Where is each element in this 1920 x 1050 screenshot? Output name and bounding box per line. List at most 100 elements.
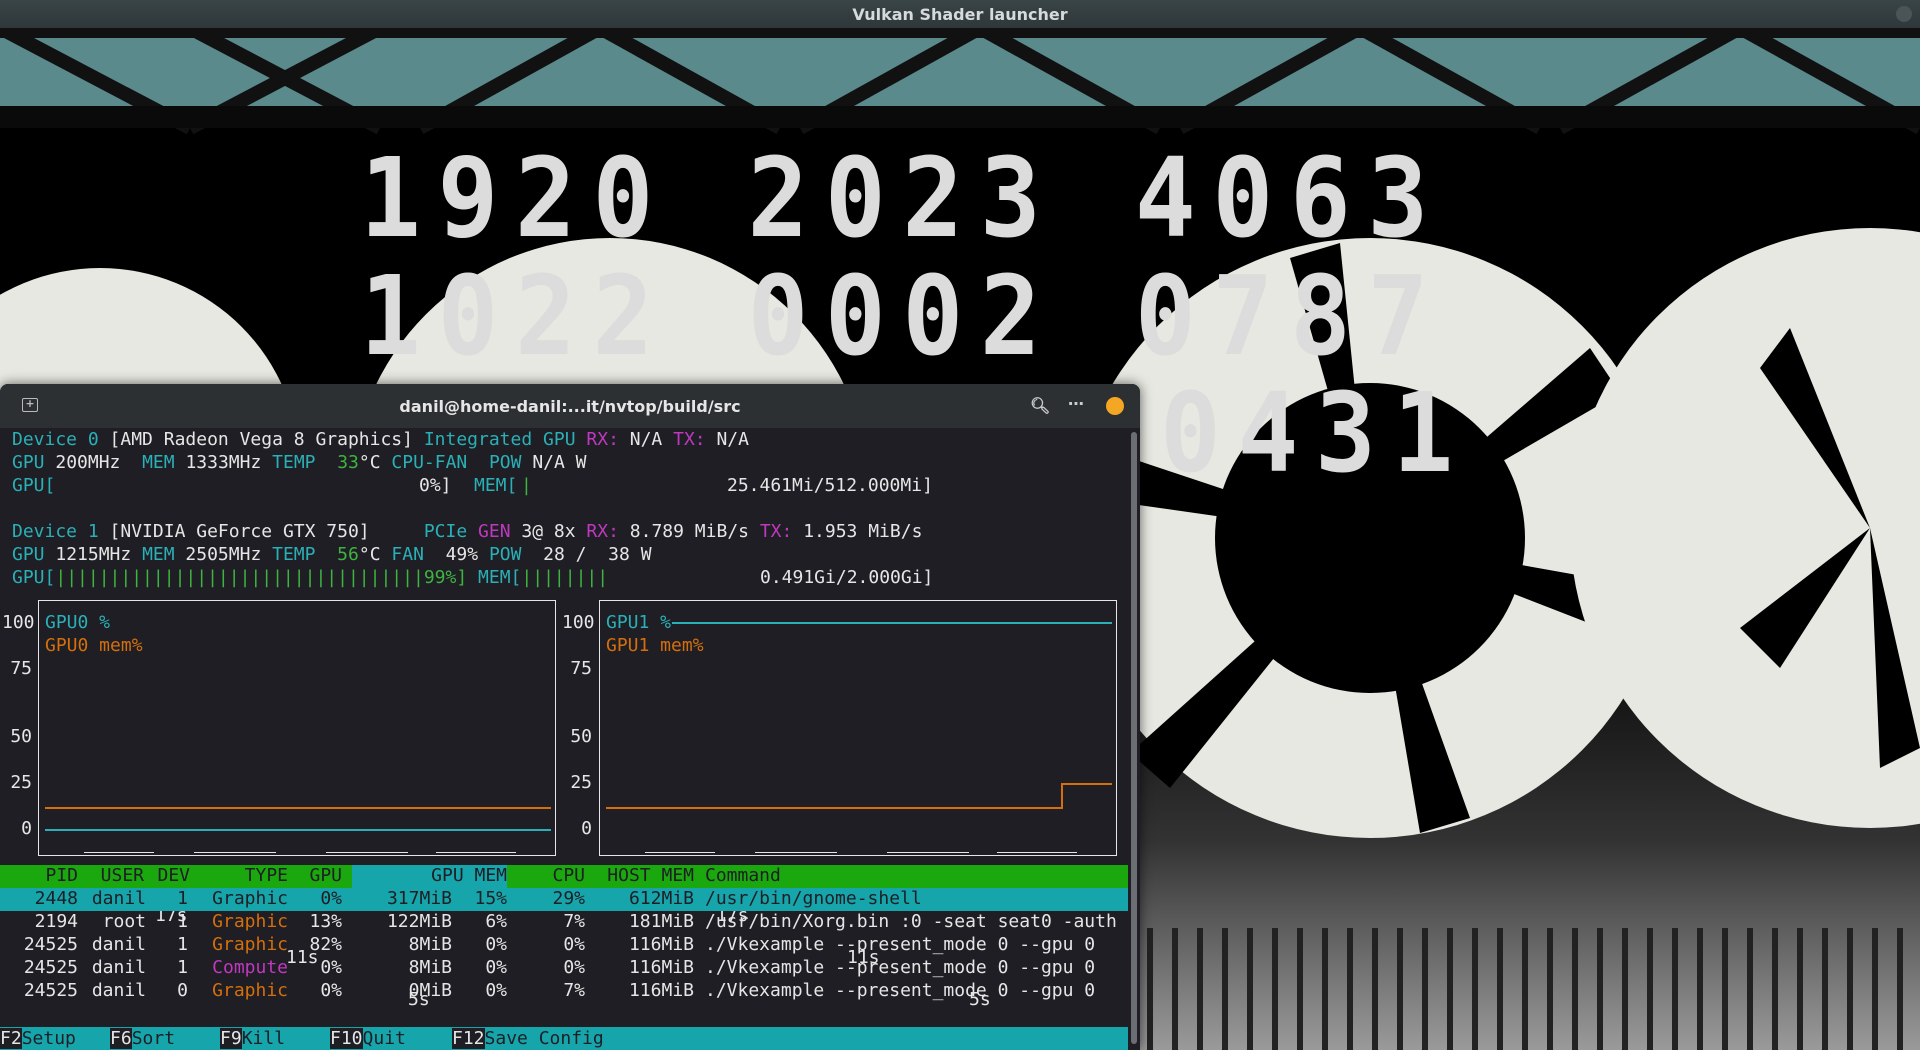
rx-value: 8.789 MiB/s	[629, 521, 749, 542]
gpu1-util-legend: GPU1 %	[606, 612, 672, 633]
fan-label: FAN	[391, 544, 424, 565]
gpu-label: GPU	[12, 544, 45, 565]
gpu-bar-value: 99%]	[423, 567, 468, 588]
cpu-cell: 29%	[552, 888, 585, 909]
fkey-action: Setup	[21, 1028, 76, 1049]
temp-value: 56	[337, 544, 359, 565]
function-key-bar: F2Setup F6Sort F9Kill F10Quit F12Save Co…	[0, 1027, 1128, 1050]
gpu-mem-cell: 317MiB	[386, 888, 452, 909]
gpu-clock: 1215MHz	[55, 544, 132, 565]
y-tick: 0	[21, 818, 32, 839]
y-tick: 100	[2, 612, 35, 633]
gpu0-util-legend: GPU0 %	[45, 612, 111, 633]
dev-cell: 1	[177, 957, 188, 978]
gpu0-mem-legend: GPU0 mem%	[45, 635, 143, 656]
scrollbar-thumb[interactable]	[1131, 432, 1137, 1044]
device1-clock-line: GPU 1215MHz MEM 2505MHz TEMP 56°C FAN 49…	[12, 543, 652, 566]
col-host-mem[interactable]: HOST MEM	[594, 865, 694, 888]
gpu-bar-label: GPU[	[12, 567, 56, 588]
host-mem-cell: 116MiB	[628, 934, 694, 955]
user-cell: danil	[91, 888, 146, 909]
terminal-scrollbar[interactable]	[1128, 428, 1140, 1050]
axis-line	[326, 852, 408, 853]
fkey-action: Quit	[362, 1028, 406, 1049]
process-table-header[interactable]: PID USER DEV TYPE GPU GPU MEM CPU HOST M…	[0, 865, 1128, 888]
table-row[interactable]: 2194 root 1 Graphic 13% 122MiB 6% 7% 181…	[0, 911, 1128, 934]
pcie-label: PCIe	[423, 521, 468, 542]
gpu1-mem-legend: GPU1 mem%	[606, 635, 704, 656]
host-mem-cell: 181MiB	[628, 911, 694, 932]
pid-cell: 2194	[34, 911, 78, 932]
device0-info-line: Device 0 [AMD Radeon Vega 8 Graphics] In…	[12, 428, 749, 451]
table-row[interactable]: 24525 danil 1 Compute 0% 8MiB 0% 0% 116M…	[0, 957, 1128, 980]
temp-label: TEMP	[272, 452, 316, 473]
nvtop-view: Device 0 [AMD Radeon Vega 8 Graphics] In…	[0, 0, 1128, 1050]
axis-line	[887, 852, 969, 853]
temp-unit: °C	[358, 452, 381, 473]
fkey-action: Kill	[241, 1028, 286, 1049]
tx-value: N/A	[716, 429, 749, 450]
fkey-label: F2	[0, 1028, 22, 1049]
mem-bar-fill: |	[521, 475, 532, 496]
col-user[interactable]: USER	[96, 865, 144, 888]
device-type: Integrated GPU	[423, 429, 576, 450]
f12-save-config-button[interactable]: F12Save Config	[452, 1027, 604, 1050]
device0-usage-line: GPU[0%] MEM[| 25.461Mi/512.000Mi]	[12, 474, 942, 497]
command-cell: ./Vkexample --present_mode 0 --gpu 0	[705, 957, 1096, 978]
table-row[interactable]: 2448 danil 1 Graphic 0% 317MiB 15% 29% 6…	[0, 888, 1128, 911]
type-cell: Graphic	[212, 980, 288, 1001]
tx-value: 1.953 MiB/s	[803, 521, 923, 542]
y-tick: 25	[10, 772, 32, 793]
pid-cell: 24525	[23, 934, 78, 955]
gpu1-mem-line	[606, 783, 1112, 809]
pid-cell: 24525	[23, 957, 78, 978]
gpu-bar-label: GPU[	[12, 475, 56, 496]
col-cpu[interactable]: CPU	[540, 865, 585, 888]
gpu-mem-pct-cell: 0%	[485, 934, 507, 955]
y-tick: 25	[570, 772, 592, 793]
user-cell: danil	[91, 957, 146, 978]
pow-value: N/A W	[532, 452, 587, 473]
type-cell: Graphic	[212, 911, 288, 932]
device-name: [AMD Radeon Vega 8 Graphics]	[109, 429, 413, 450]
user-cell: danil	[91, 934, 146, 955]
gpu-mem-cell: 8MiB	[408, 934, 452, 955]
y-tick: 50	[10, 726, 32, 747]
fkey-action: Sort	[131, 1028, 176, 1049]
mem-label: MEM	[142, 544, 175, 565]
device1-usage-line: GPU[||||||||||||||||||||||||||||||||||99…	[12, 566, 942, 589]
gpu-cell: 0%	[320, 980, 342, 1001]
gpu-mem-cell: 8MiB	[408, 957, 452, 978]
user-cell: root	[102, 911, 146, 932]
col-gpu[interactable]: GPU	[300, 865, 342, 888]
gpu-label: GPU	[12, 452, 45, 473]
col-type[interactable]: TYPE	[210, 865, 288, 888]
mem-bar-value: 0.491Gi/2.000Gi]	[760, 567, 934, 588]
gpu-cell: 0%	[320, 888, 342, 909]
pid-cell: 2448	[34, 888, 78, 909]
mem-bar-label: MEM[	[478, 567, 522, 588]
close-icon[interactable]	[1896, 6, 1912, 22]
cpu-cell: 7%	[563, 980, 585, 1001]
col-dev[interactable]: DEV	[152, 865, 190, 888]
command-cell: ./Vkexample --present_mode 0 --gpu 0	[705, 934, 1096, 955]
f2-setup-button[interactable]: F2Setup	[0, 1027, 76, 1050]
col-pid[interactable]: PID	[30, 865, 78, 888]
table-row[interactable]: 24525 danil 0 Graphic 0% 0MiB 0% 7% 116M…	[0, 980, 1128, 1003]
y-tick: 75	[10, 658, 32, 679]
y-tick: 75	[570, 658, 592, 679]
col-command[interactable]: Command	[705, 865, 781, 888]
type-cell: Graphic	[212, 888, 288, 909]
rx-label: RX:	[586, 521, 619, 542]
f9-kill-button[interactable]: F9Kill	[220, 1027, 285, 1050]
f6-sort-button[interactable]: F6Sort	[110, 1027, 175, 1050]
pow-value: 28 / 38 W	[543, 544, 652, 565]
f10-quit-button[interactable]: F10Quit	[330, 1027, 406, 1050]
col-gpu-mem[interactable]: GPU MEM	[410, 865, 507, 888]
temp-label: TEMP	[272, 544, 316, 565]
dev-cell: 1	[177, 911, 188, 932]
y-tick: 50	[570, 726, 592, 747]
mem-clock: 1333MHz	[185, 452, 262, 473]
table-row[interactable]: 24525 danil 1 Graphic 82% 8MiB 0% 0% 116…	[0, 934, 1128, 957]
gpu-bar-fill: ||||||||||||||||||||||||||||||||||	[55, 567, 424, 588]
